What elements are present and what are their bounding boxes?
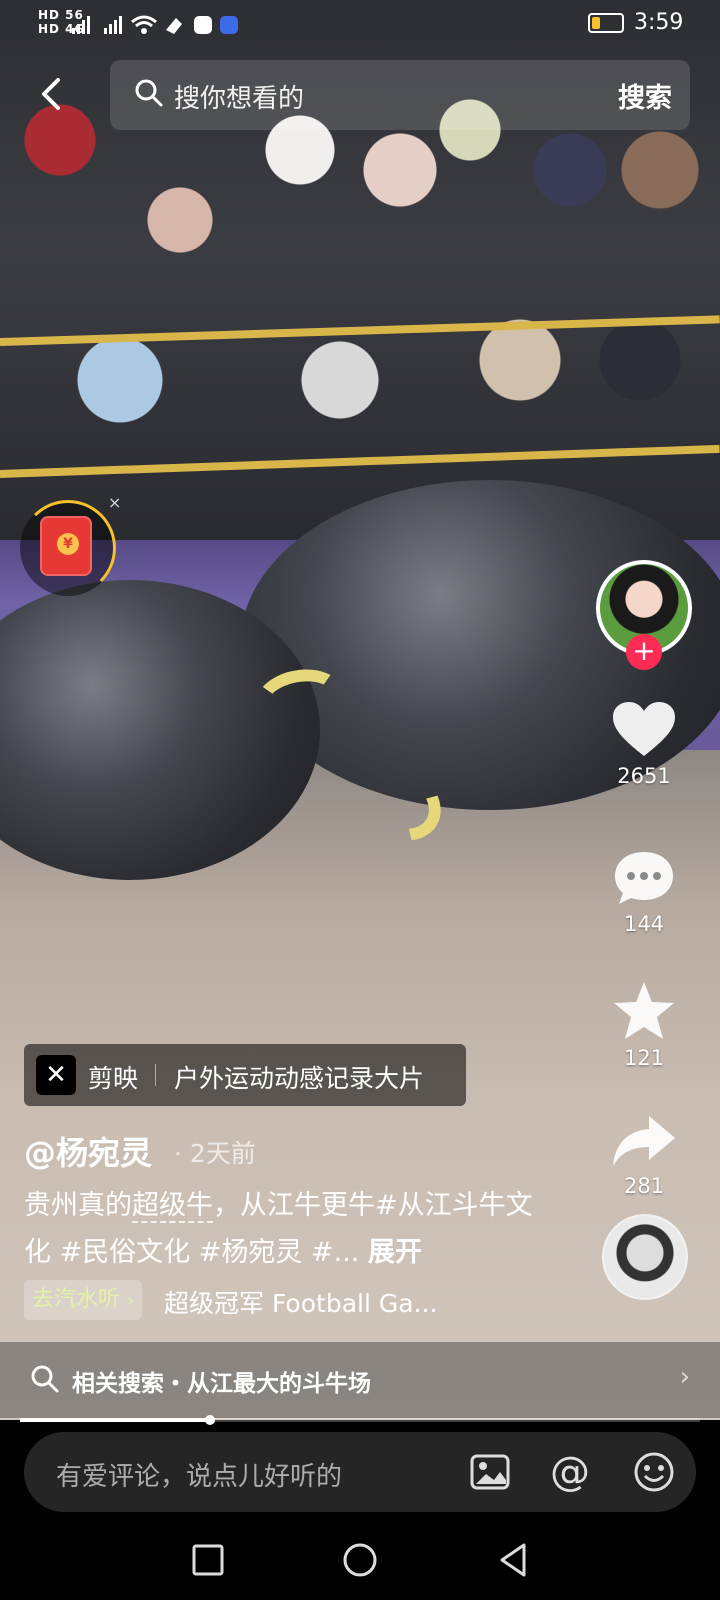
- search-placeholder: 搜你想看的: [174, 84, 305, 114]
- status-bar: HD 56 HD 4G 3:59: [0, 0, 720, 48]
- back-button[interactable]: [32, 74, 72, 114]
- video-progress-bar[interactable]: [20, 1415, 700, 1425]
- comment-count: 144: [623, 912, 665, 936]
- related-search-bar[interactable]: 相关搜索・从江最大的斗牛场 ›: [0, 1342, 720, 1418]
- back-triangle-icon[interactable]: [494, 1540, 534, 1580]
- image-icon[interactable]: [468, 1450, 512, 1494]
- coin-symbol: ¥: [57, 533, 79, 555]
- star-icon: [614, 982, 674, 1039]
- template-title: 户外运动动感记录大片: [174, 1064, 425, 1093]
- red-packet-widget[interactable]: ¥: [20, 500, 116, 596]
- mention-button[interactable]: @: [548, 1450, 592, 1494]
- favorite-count: 121: [623, 1046, 665, 1070]
- signal-wifi-icons: [72, 15, 238, 34]
- red-packet-close-button[interactable]: ×: [108, 493, 121, 512]
- song-title[interactable]: 超级冠军 Football Ga...: [164, 1284, 437, 1320]
- post-time: · 2天前: [174, 1139, 256, 1168]
- related-search-label: 相关搜索・从江最大的斗牛场: [72, 1371, 371, 1397]
- expand-button[interactable]: 展开: [368, 1237, 422, 1268]
- share-count: 281: [623, 1174, 665, 1198]
- capcut-logo-icon: ✕: [36, 1055, 76, 1095]
- comment-bubble-icon: [615, 852, 673, 904]
- top-search-bar: 搜你想看的 搜索: [20, 60, 700, 132]
- battery-icon: [588, 13, 624, 33]
- heart-icon: [613, 702, 675, 756]
- video-progress-fill: [20, 1418, 211, 1422]
- recent-apps-icon[interactable]: [188, 1540, 228, 1580]
- share-arrow-icon: [613, 1116, 675, 1166]
- divider: [155, 1064, 156, 1086]
- search-icon: [135, 79, 163, 107]
- music-disc-avatar[interactable]: [602, 1214, 688, 1300]
- video-progress-knob[interactable]: [205, 1415, 216, 1425]
- follow-button[interactable]: +: [626, 634, 662, 670]
- capcut-template-tag[interactable]: ✕ 剪映 户外运动动感记录大片: [24, 1044, 466, 1106]
- comment-input-bar[interactable]: 有爱评论，说点儿好听的 @: [24, 1432, 696, 1512]
- comment-placeholder: 有爱评论，说点儿好听的: [56, 1462, 343, 1492]
- like-count: 2651: [617, 764, 671, 788]
- chevron-left-icon: [42, 78, 60, 110]
- system-navigation-bar: [0, 1520, 720, 1600]
- music-app-tag[interactable]: 去汽水听 ›: [24, 1280, 143, 1320]
- search-icon: [31, 1365, 59, 1393]
- post-description[interactable]: 贵州真的超级牛，从江牛更牛#从江斗牛文化 #民俗文化 #杨宛灵 #... 展开: [24, 1182, 544, 1276]
- music-tag-label: 去汽水听: [32, 1287, 121, 1312]
- like-button[interactable]: 2651: [596, 700, 692, 788]
- clock: 3:59: [634, 10, 684, 35]
- author-name[interactable]: @杨宛灵: [24, 1128, 152, 1174]
- desc-text: 贵州真的: [24, 1190, 132, 1221]
- signal-icons: [70, 12, 240, 42]
- chevron-right-icon: ›: [127, 1290, 135, 1311]
- chevron-right-icon: ›: [679, 1362, 690, 1392]
- template-app-name: 剪映: [88, 1064, 139, 1093]
- home-icon[interactable]: [340, 1540, 380, 1580]
- emoji-icon[interactable]: [632, 1450, 676, 1494]
- search-input[interactable]: 搜你想看的 搜索: [110, 60, 690, 130]
- desc-link[interactable]: 超级牛: [132, 1190, 213, 1223]
- red-envelope-icon: ¥: [40, 516, 92, 576]
- comment-button[interactable]: 144: [596, 848, 692, 936]
- favorite-button[interactable]: 121: [596, 980, 692, 1070]
- search-button[interactable]: 搜索: [618, 76, 672, 115]
- share-button[interactable]: 281: [596, 1114, 692, 1198]
